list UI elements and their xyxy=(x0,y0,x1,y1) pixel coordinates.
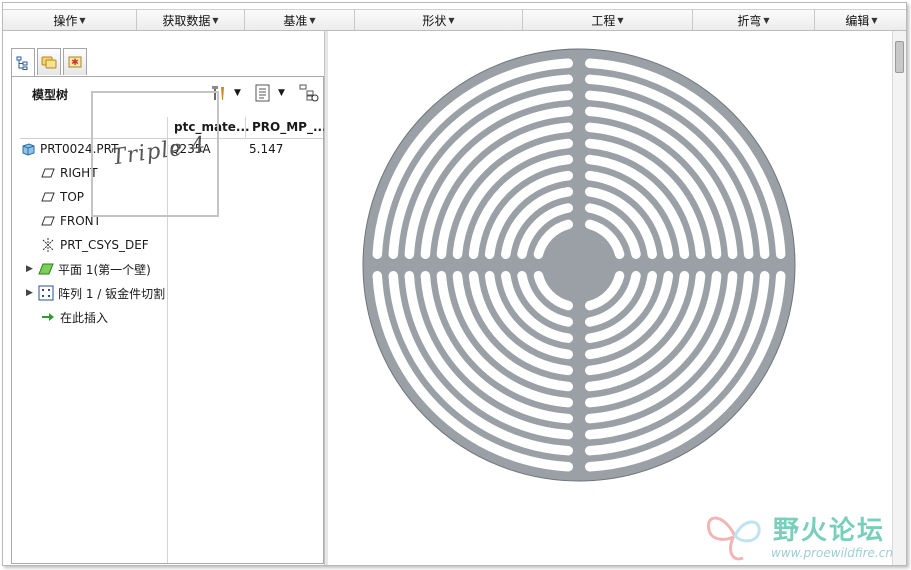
chevron-down-icon: ▼ xyxy=(309,15,316,25)
mass-value: 5.147 xyxy=(249,142,284,156)
menu-engineering[interactable]: 工程 ▼ xyxy=(523,10,693,30)
chevron-down-icon: ▼ xyxy=(79,15,86,25)
menu-label: 折弯 xyxy=(737,13,762,28)
chevron-down-icon: ▼ xyxy=(448,15,455,25)
column-divider xyxy=(245,117,246,139)
chevron-down-icon: ▼ xyxy=(212,15,219,25)
favorites-icon: ✱ xyxy=(68,56,82,68)
forum-logo: 野火论坛 www.proewildfire.cn xyxy=(703,506,903,565)
expand-arrow-icon[interactable]: ▶ xyxy=(26,264,38,274)
tree-filter-icon xyxy=(299,84,319,102)
vertical-scrollbar[interactable] xyxy=(892,31,906,565)
tree-row-flat-wall[interactable]: ▶ 平面 1(第一个壁) xyxy=(26,259,318,279)
tree-show-button[interactable]: ▼ xyxy=(254,83,285,103)
tree-item-label: 在此插入 xyxy=(60,310,109,325)
model-tree-icon xyxy=(16,56,28,70)
menu-label: 编辑 xyxy=(845,13,870,28)
graphics-window[interactable] xyxy=(328,31,893,565)
menu-operations[interactable]: 操作 ▼ xyxy=(3,10,137,30)
application-window: 操作 ▼ 获取数据 ▼ 基准 ▼ 形状 ▼ 工程 ▼ 折弯 ▼ 编辑 ▼ ✱ 模型树 ▼ ▼ xyxy=(2,2,907,566)
chevron-down-icon: ▼ xyxy=(763,15,770,25)
menu-get-data[interactable]: 获取数据 ▼ xyxy=(137,10,245,30)
flat-wall-icon xyxy=(38,261,54,277)
chevron-down-icon: ▼ xyxy=(234,88,241,98)
csys-icon xyxy=(40,237,56,253)
tab-favorites[interactable]: ✱ xyxy=(63,48,87,75)
logo-title: 野火论坛 xyxy=(773,516,886,546)
tree-item-label: 平面 1(第一个壁) xyxy=(58,262,151,277)
panel-title: 模型树 xyxy=(32,88,69,102)
tree-filter-button[interactable] xyxy=(299,83,319,103)
tab-folder-browser[interactable] xyxy=(37,48,61,75)
tree-row-csys[interactable]: PRT_CSYS_DEF xyxy=(40,235,320,255)
chevron-down-icon: ▼ xyxy=(617,15,624,25)
tree-item-label: 阵列 1 / 钣金件切割 xyxy=(58,286,166,301)
menu-label: 基准 xyxy=(283,13,308,28)
menu-bend[interactable]: 折弯 ▼ xyxy=(693,10,815,30)
tree-item-label: TOP xyxy=(60,190,85,204)
folder-browser-icon xyxy=(41,56,57,69)
menu-bar: 操作 ▼ 获取数据 ▼ 基准 ▼ 形状 ▼ 工程 ▼ 折弯 ▼ 编辑 ▼ xyxy=(3,9,906,31)
tree-item-label: PRT_CSYS_DEF xyxy=(60,238,149,252)
scroll-thumb[interactable] xyxy=(895,41,904,73)
tree-row-insert-here[interactable]: 在此插入 xyxy=(40,307,320,327)
menu-datum[interactable]: 基准 ▼ xyxy=(245,10,355,30)
datum-plane-icon xyxy=(40,189,56,205)
tab-model-tree[interactable] xyxy=(11,48,35,76)
navigator-tabs: ✱ xyxy=(11,48,87,76)
menu-label: 形状 xyxy=(422,13,447,28)
sheetmetal-part-view xyxy=(362,48,796,482)
list-icon xyxy=(255,84,270,102)
insert-here-icon xyxy=(40,309,56,325)
part-icon xyxy=(20,141,36,157)
chevron-down-icon: ▼ xyxy=(871,15,878,25)
datum-plane-icon xyxy=(40,213,56,229)
menu-shapes[interactable]: 形状 ▼ xyxy=(355,10,523,30)
expand-arrow-icon[interactable]: ▶ xyxy=(26,288,38,298)
chevron-down-icon: ▼ xyxy=(278,88,285,98)
menu-label: 工程 xyxy=(591,13,616,28)
menu-label: 获取数据 xyxy=(162,13,211,28)
pattern-icon xyxy=(38,285,54,301)
butterfly-logo-icon xyxy=(706,516,761,561)
tree-row-pattern[interactable]: ▶ 阵列 1 / 钣金件切割 xyxy=(26,283,318,303)
menu-edit[interactable]: 编辑 ▼ xyxy=(815,10,906,30)
svg-text:✱: ✱ xyxy=(71,58,79,68)
menu-label: 操作 xyxy=(53,13,78,28)
datum-plane-icon xyxy=(40,165,56,181)
logo-url: www.proewildfire.cn xyxy=(771,546,893,560)
plate-disc xyxy=(362,48,796,482)
column-header-mass[interactable]: PRO_MP_... xyxy=(252,120,327,134)
